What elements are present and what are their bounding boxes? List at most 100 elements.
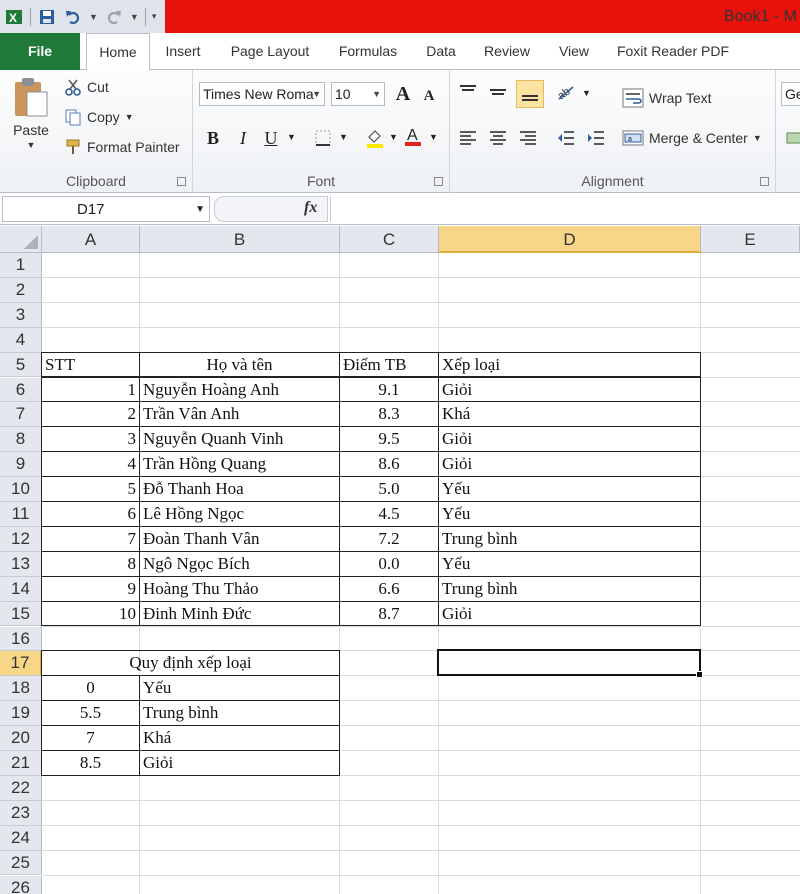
align-left-button[interactable]: [456, 126, 480, 150]
borders-button[interactable]: [311, 126, 335, 150]
row-header-4[interactable]: 4: [0, 327, 42, 353]
tab-formulas[interactable]: Formulas: [332, 33, 404, 70]
name-box-dropdown-icon[interactable]: ▼: [195, 204, 205, 215]
row-header-9[interactable]: 9: [0, 452, 42, 478]
tab-view[interactable]: View: [552, 33, 596, 70]
table-cell-stt[interactable]: 5: [41, 476, 140, 502]
insert-function-icon[interactable]: fx: [304, 199, 317, 217]
tab-page-layout[interactable]: Page Layout: [222, 33, 318, 70]
tab-review[interactable]: Review: [478, 33, 536, 70]
underline-dropdown-icon[interactable]: ▼: [287, 132, 296, 142]
redo-dropdown-icon[interactable]: ▼: [130, 12, 139, 22]
table-cell-name[interactable]: Ngô Ngọc Bích: [139, 550, 340, 577]
table-cell-rank[interactable]: Khá: [438, 401, 701, 428]
table-cell-name[interactable]: Hoàng Thu Thảo: [139, 575, 340, 602]
select-all-button[interactable]: [0, 226, 42, 253]
table-cell-rank[interactable]: Trung bình: [438, 525, 701, 552]
table-cell-rank[interactable]: Giỏi: [438, 426, 701, 453]
table-cell-stt[interactable]: 6: [41, 501, 140, 527]
paste-dropdown-icon[interactable]: ▼: [27, 140, 36, 150]
table-cell-name[interactable]: Trần Vân Anh: [139, 401, 340, 428]
table-cell-score[interactable]: 0.0: [339, 550, 439, 577]
middle-align-button[interactable]: [486, 80, 510, 104]
header-cell-score[interactable]: Điểm TB: [339, 351, 439, 378]
row-header-10[interactable]: 10: [0, 477, 42, 502]
redo-icon[interactable]: [104, 7, 124, 27]
table-cell-stt[interactable]: 9: [41, 575, 140, 602]
row-header-3[interactable]: 3: [0, 302, 42, 328]
row-header-5[interactable]: 5: [0, 352, 42, 378]
decrease-indent-button[interactable]: [554, 126, 578, 150]
tab-file[interactable]: File: [0, 33, 80, 70]
undo-icon[interactable]: [63, 7, 83, 27]
table-cell-score[interactable]: 8.6: [339, 451, 439, 478]
row-header-8[interactable]: 8: [0, 427, 42, 453]
rules-cell-min-score[interactable]: 8.5: [41, 750, 140, 776]
rules-cell-min-score[interactable]: 7: [41, 725, 140, 751]
top-align-button[interactable]: [456, 80, 480, 104]
bottom-align-button[interactable]: [516, 80, 544, 108]
row-header-7[interactable]: 7: [0, 402, 42, 428]
table-cell-rank[interactable]: Trung bình: [438, 575, 701, 602]
rules-cell-min-score[interactable]: 5.5: [41, 700, 140, 727]
rules-cell-min-score[interactable]: 0: [41, 675, 140, 702]
merge-center-button[interactable]: a Merge & Center ▼: [622, 128, 762, 148]
table-cell-stt[interactable]: 2: [41, 401, 140, 428]
row-header-11[interactable]: 11: [0, 502, 42, 527]
increase-indent-button[interactable]: [584, 126, 608, 150]
font-size-dropdown-icon[interactable]: ▼: [372, 89, 381, 99]
rules-cell-rank[interactable]: Trung bình: [139, 700, 340, 727]
rules-cell-rank[interactable]: Khá: [139, 725, 340, 751]
table-cell-stt[interactable]: 4: [41, 451, 140, 478]
row-header-2[interactable]: 2: [0, 277, 42, 303]
number-format-combo[interactable]: Ge: [781, 82, 800, 106]
rules-cell-rank[interactable]: Giỏi: [139, 750, 340, 776]
formula-input[interactable]: [330, 196, 800, 222]
table-cell-name[interactable]: Nguyễn Hoàng Anh: [139, 376, 340, 403]
row-header-25[interactable]: 25: [0, 850, 42, 876]
spreadsheet-grid[interactable]: A B C D E 1 2 3 4 5 6 7 8 9 10 11 12 13 14 15 16 17 18 19 20 21 22…: [0, 226, 800, 894]
row-header-1[interactable]: 1: [0, 253, 42, 278]
header-cell-stt[interactable]: STT: [41, 351, 140, 378]
bold-button[interactable]: B: [201, 126, 225, 150]
table-cell-name[interactable]: Nguyễn Quanh Vinh: [139, 426, 340, 453]
row-header-12[interactable]: 12: [0, 526, 42, 552]
undo-dropdown-icon[interactable]: ▼: [89, 12, 98, 22]
format-painter-button[interactable]: Format Painter: [64, 138, 180, 156]
table-cell-score[interactable]: 7.2: [339, 525, 439, 552]
italic-button[interactable]: I: [231, 126, 255, 150]
row-header-19[interactable]: 19: [0, 701, 42, 727]
orientation-dropdown-icon[interactable]: ▼: [582, 88, 591, 98]
orientation-button[interactable]: ab: [554, 80, 578, 104]
font-name-combo[interactable]: Times New Roma ▼: [199, 82, 325, 106]
row-header-13[interactable]: 13: [0, 551, 42, 577]
row-header-21[interactable]: 21: [0, 751, 42, 776]
fill-color-button[interactable]: [363, 126, 387, 150]
underline-button[interactable]: U: [259, 126, 283, 150]
table-cell-stt[interactable]: 1: [41, 376, 140, 403]
column-header-b[interactable]: B: [140, 226, 340, 253]
column-header-a[interactable]: A: [42, 226, 140, 253]
save-icon[interactable]: [37, 7, 57, 27]
table-cell-rank[interactable]: Yếu: [438, 501, 701, 527]
font-name-dropdown-icon[interactable]: ▼: [312, 89, 321, 99]
column-header-e[interactable]: E: [701, 226, 800, 253]
copy-button[interactable]: Copy ▼: [64, 108, 134, 126]
name-box[interactable]: D17 ▼: [2, 196, 210, 222]
merge-center-dropdown-icon[interactable]: ▼: [753, 133, 762, 143]
table-cell-rank[interactable]: Yếu: [438, 476, 701, 502]
row-header-20[interactable]: 20: [0, 726, 42, 751]
table-cell-name[interactable]: Đoàn Thanh Vân: [139, 525, 340, 552]
align-right-button[interactable]: [516, 126, 540, 150]
copy-dropdown-icon[interactable]: ▼: [125, 112, 134, 122]
row-header-18[interactable]: 18: [0, 676, 42, 702]
paste-button[interactable]: Paste ▼: [8, 76, 54, 150]
increase-font-size-button[interactable]: A: [391, 82, 415, 106]
column-header-d[interactable]: D: [439, 226, 701, 253]
row-header-17[interactable]: 17: [0, 651, 42, 677]
cut-button[interactable]: Cut: [64, 78, 109, 96]
selected-cell-d17[interactable]: [437, 649, 703, 679]
row-header-16[interactable]: 16: [0, 626, 42, 652]
table-cell-name[interactable]: Đỗ Thanh Hoa: [139, 476, 340, 502]
row-header-26[interactable]: 26: [0, 875, 42, 894]
